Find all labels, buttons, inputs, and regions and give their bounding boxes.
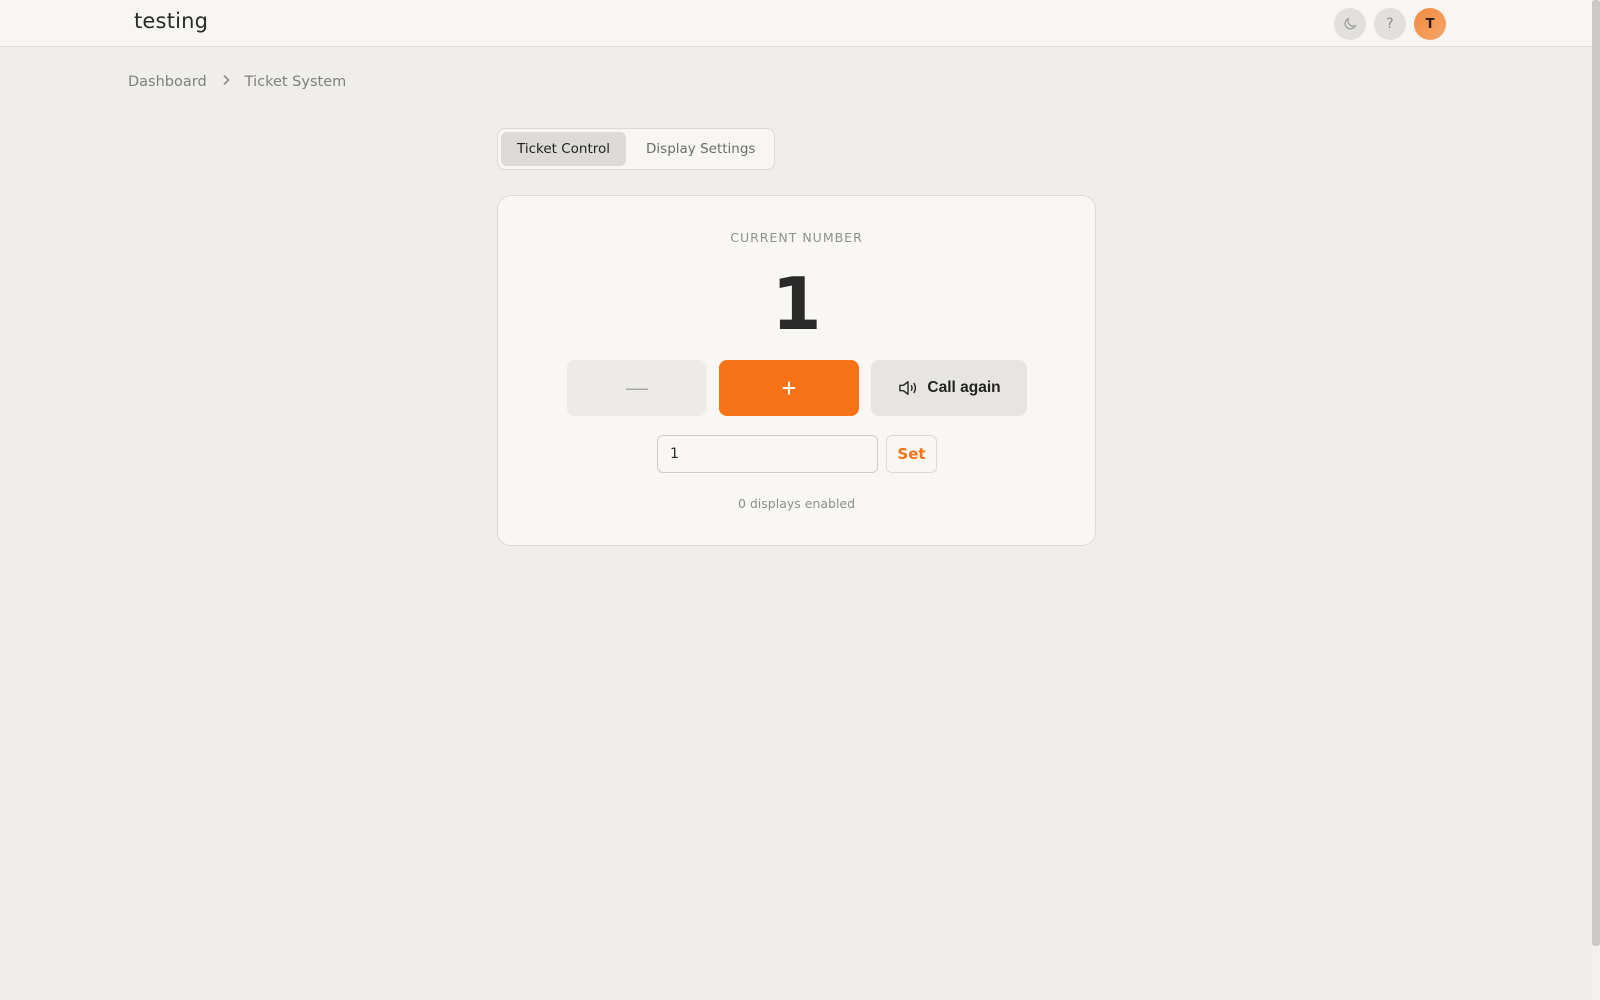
chevron-right-icon <box>221 74 231 90</box>
moon-icon <box>1344 17 1357 30</box>
decrement-button[interactable]: — <box>567 360 707 416</box>
breadcrumb-dashboard-link[interactable]: Dashboard <box>128 74 207 90</box>
call-again-label: Call again <box>927 379 1001 396</box>
speaker-icon <box>899 380 917 396</box>
theme-toggle-button[interactable] <box>1334 8 1366 40</box>
tab-display-settings[interactable]: Display Settings <box>630 132 771 166</box>
scrollbar-thumb[interactable] <box>1592 0 1600 946</box>
top-bar: testing ? T <box>0 0 1592 47</box>
app-title: testing <box>134 9 209 33</box>
help-icon: ? <box>1386 16 1394 32</box>
plus-icon: + <box>781 372 797 403</box>
avatar-initial: T <box>1425 16 1435 32</box>
top-actions: ? T <box>1334 8 1446 40</box>
breadcrumb: Dashboard Ticket System <box>128 74 346 90</box>
increment-button[interactable]: + <box>719 360 859 416</box>
minus-icon: — <box>626 375 648 400</box>
help-button[interactable]: ? <box>1374 8 1406 40</box>
displays-status: 0 displays enabled <box>737 496 856 511</box>
control-buttons: — + Call again <box>567 360 1027 416</box>
scrollbar-track[interactable] <box>1592 0 1600 1000</box>
tab-ticket-control[interactable]: Ticket Control <box>501 132 627 166</box>
ticket-number-input[interactable] <box>657 435 878 473</box>
user-avatar[interactable]: T <box>1414 8 1446 40</box>
call-again-button[interactable]: Call again <box>871 360 1027 416</box>
tab-bar: Ticket Control Display Settings <box>497 128 776 170</box>
ticket-control-card: CURRENT NUMBER 1 — + Call again Set 0 di… <box>497 195 1096 546</box>
set-number-row: Set <box>657 435 937 473</box>
set-button[interactable]: Set <box>886 435 937 473</box>
current-number-value: 1 <box>771 262 822 346</box>
breadcrumb-current: Ticket System <box>244 74 347 90</box>
current-number-label: CURRENT NUMBER <box>730 230 863 245</box>
